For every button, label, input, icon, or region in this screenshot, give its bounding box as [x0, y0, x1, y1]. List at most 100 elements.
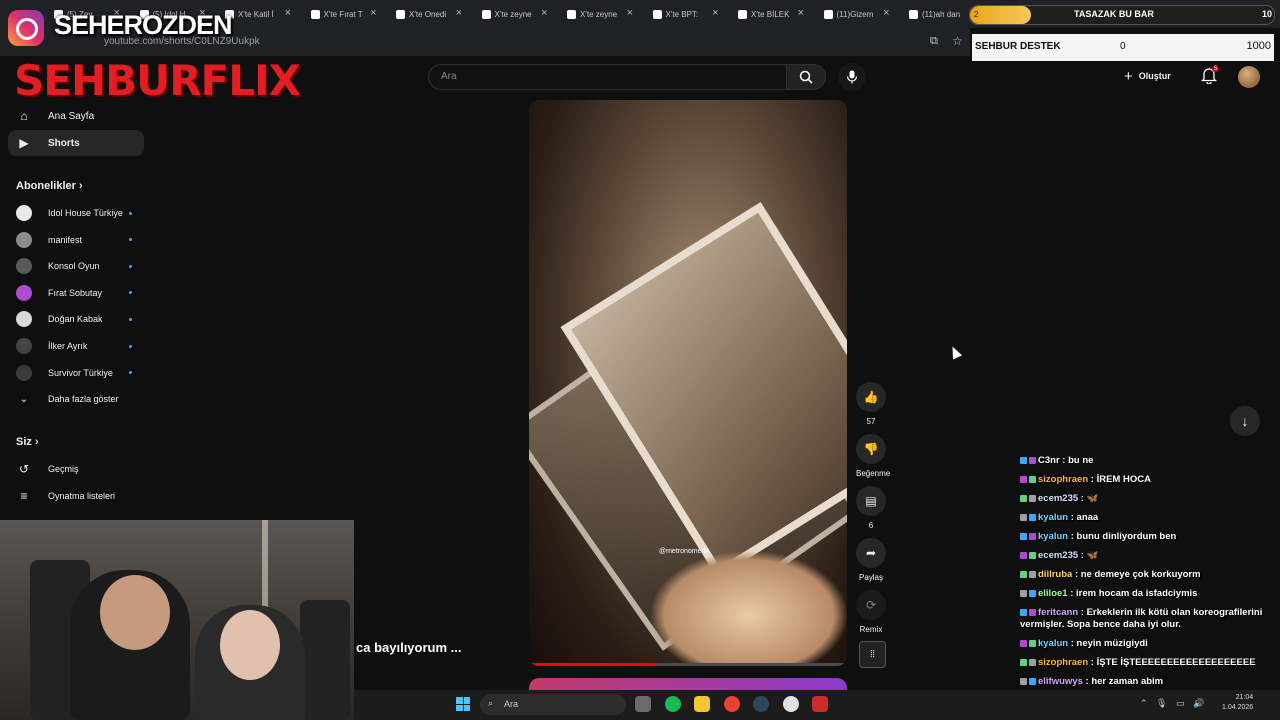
chat-message: kyalun : bunu dinliyordum ben [1020, 531, 1276, 543]
chair-right [300, 600, 350, 720]
close-tab-icon[interactable]: × [370, 7, 376, 19]
spotify-icon[interactable] [664, 696, 681, 712]
tiktok-icon [909, 9, 918, 19]
search-button[interactable] [786, 64, 826, 90]
badge-icon [1020, 677, 1027, 685]
app-icon[interactable] [812, 696, 828, 712]
create-button[interactable]: + Oluştur [1124, 64, 1190, 88]
chat-message: C3nr : bu ne [1020, 455, 1276, 467]
taskbar-search-placeholder: Ara [504, 699, 519, 709]
x-icon [738, 9, 747, 19]
sidebar-item-shorts[interactable]: ▶ Shorts [8, 130, 144, 156]
sidebar-item-subscription[interactable]: Doğan Kabak [16, 308, 136, 330]
sidebar-item-history[interactable]: ↺ Geçmiş [16, 458, 136, 480]
shorts-icon: ▶ [19, 136, 29, 150]
browser-tab[interactable]: X'te BPT: × [645, 3, 723, 25]
browser-tab[interactable]: X'te BİLEK × [730, 3, 808, 25]
badge-icon [1029, 551, 1036, 559]
sidebar-item-subscription[interactable]: manifest [16, 229, 136, 251]
chevron-down-icon: ⌄ [19, 393, 29, 405]
badge-icon [1029, 513, 1036, 521]
close-tab-icon[interactable]: × [456, 7, 462, 19]
you-heading[interactable]: Siz › [16, 436, 39, 448]
browser-tab[interactable]: X'te zeyne × [474, 3, 552, 25]
comments-button[interactable]: ▤ 6 [856, 486, 886, 530]
chat-text: : ne demeye çok korkuyorm [1074, 569, 1201, 580]
badge-icon [1029, 456, 1036, 464]
destek-label: SEHBUR DESTEK [975, 41, 1061, 52]
sidebar-item-subscription[interactable]: İlker Ayrık [16, 335, 136, 357]
show-more-button[interactable]: ⌄ Daha fazla göster [16, 388, 136, 410]
remix-button[interactable]: ⟳ Remix [856, 590, 886, 634]
remix-label: Remix [859, 625, 883, 634]
install-app-icon[interactable]: ⧉ [930, 35, 938, 48]
chat-text: : İREM HOCA [1090, 474, 1151, 485]
close-tab-icon[interactable]: × [883, 7, 889, 19]
chat-username: eliloe1 [1038, 588, 1068, 599]
x-icon [396, 9, 405, 19]
badge-icon [1020, 551, 1027, 559]
video-frame-hand [649, 550, 847, 666]
chat-message: kyalun : neyin müzigiydi [1020, 638, 1276, 650]
mouse-cursor-icon [947, 344, 963, 360]
system-tray-icons[interactable]: ⌃ 🎙 ▭ 🔊 [1140, 698, 1204, 709]
share-arrow-icon: ➦ [856, 538, 886, 568]
recorder-icon[interactable] [782, 696, 799, 712]
tasazak-progress-fill [970, 6, 1031, 24]
bookmark-star-icon[interactable]: ☆ [952, 34, 963, 48]
steam-icon[interactable] [753, 696, 769, 712]
voice-search-button[interactable] [838, 63, 866, 91]
windows-start-icon[interactable] [456, 697, 470, 711]
shorts-video-player[interactable]: @metronomedit [529, 100, 847, 666]
browser-tab[interactable]: X'te Onedi × [388, 3, 466, 25]
sidebar-item-label: Survivor Türkiye [48, 367, 113, 378]
like-button[interactable]: 👍 57 [856, 382, 886, 426]
avatar[interactable] [1238, 66, 1260, 88]
instagram-handle: SEHEROZDEN [54, 10, 233, 40]
close-tab-icon[interactable]: × [627, 7, 633, 19]
badge-icon [1029, 677, 1036, 685]
search-input[interactable]: Ara [428, 64, 786, 90]
live-chat: C3nr : bu ne sizophraen : İREM HOCA ecem23… [1020, 455, 1276, 714]
video-progress-bar[interactable] [529, 663, 847, 666]
sidebar-item-home[interactable]: ⌂ Ana Sayfa [8, 103, 144, 129]
taskbar-search[interactable]: ⌕ Ara [480, 694, 626, 715]
close-tab-icon[interactable]: × [541, 7, 547, 19]
browser-tab[interactable]: (11)ah dan× [901, 3, 979, 25]
browser-tab[interactable]: X'te Fırat T × [303, 3, 381, 25]
x-icon [652, 9, 662, 19]
sidebar-item-subscription[interactable]: Konsol Oyun [16, 255, 136, 277]
sidebar-item-playlists[interactable]: ≡ Oynatma listeleri [16, 485, 136, 507]
next-video-button[interactable]: ↓ [1230, 406, 1260, 436]
instagram-icon [8, 10, 44, 46]
badge-icon [1020, 639, 1027, 647]
sidebar-item-subscription[interactable]: Survivor Türkiye [16, 362, 136, 384]
file-explorer-icon[interactable] [694, 696, 710, 712]
sidebar-item-label: Fırat Sobutay [48, 287, 103, 298]
share-button[interactable]: ➦ Paylaş [856, 538, 886, 582]
streamer-right-head [220, 610, 280, 680]
destek-panel: SEHBUR DESTEK 0 1000 [972, 34, 1274, 61]
channel-avatar [16, 338, 32, 354]
taskbar-clock[interactable]: 21:04 1.04.2026 [1222, 693, 1253, 713]
sidebar-item-subscription[interactable]: Idol House Türkiye [16, 202, 136, 224]
badge-icon [1029, 658, 1036, 666]
close-tab-icon[interactable]: × [712, 7, 718, 19]
show-more-label: Daha fazla göster [48, 394, 119, 404]
history-icon: ↺ [18, 462, 30, 476]
audio-source-button[interactable]: ⦙⦙ [859, 641, 886, 668]
close-tab-icon[interactable]: × [285, 7, 291, 19]
browser-tab[interactable]: X'te zeyne × [559, 3, 637, 25]
channel-avatar [16, 231, 32, 248]
subscriptions-heading[interactable]: Abonelikler › [16, 180, 83, 192]
task-view-icon[interactable] [635, 696, 651, 712]
video-watermark: @metronomedit [659, 548, 709, 555]
chrome-icon[interactable] [723, 696, 740, 712]
sidebar-item-subscription[interactable]: Fırat Sobutay [16, 282, 136, 304]
badge-icon [1020, 475, 1027, 483]
channel-avatar [16, 364, 32, 381]
chat-username: C3nr [1038, 455, 1060, 466]
dislike-button[interactable]: 👎 Beğenme [856, 434, 890, 478]
browser-tab[interactable]: (11)Gizem × [816, 3, 894, 25]
close-tab-icon[interactable]: × [798, 7, 804, 19]
